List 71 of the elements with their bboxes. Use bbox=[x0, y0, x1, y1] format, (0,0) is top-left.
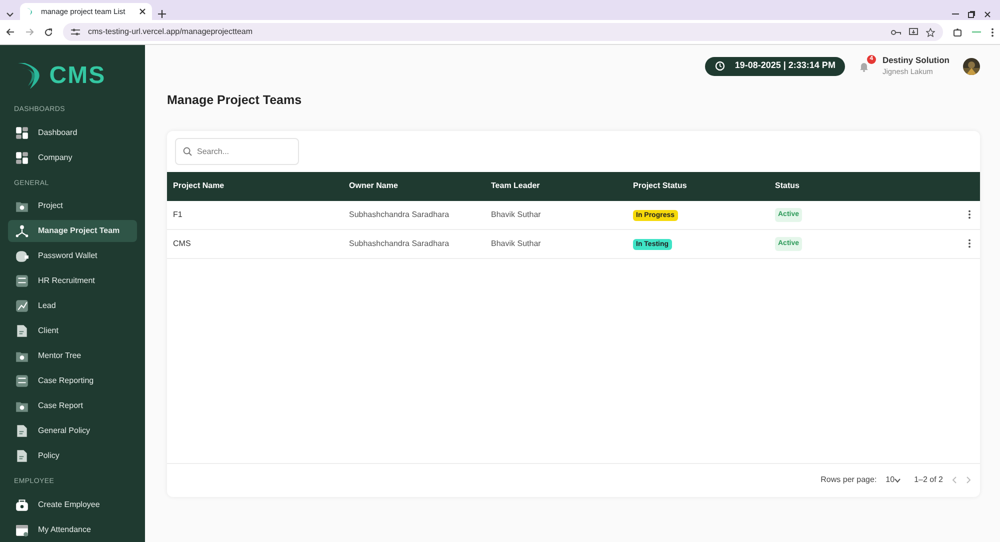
page-title: Manage Project Teams bbox=[167, 92, 303, 109]
star-icon[interactable] bbox=[926, 28, 935, 36]
caret-icon[interactable] bbox=[894, 478, 901, 483]
rows-per-page-label: Rows per page: bbox=[820, 474, 877, 486]
sidebar-item[interactable]: Case Reporting bbox=[8, 370, 137, 392]
address-bar[interactable]: cms-testing-url.vercel.app/manageprojectteam bbox=[63, 23, 943, 41]
grid-icon bbox=[15, 126, 29, 140]
sidebar-item[interactable]: Case Report bbox=[8, 395, 137, 417]
chart-icon bbox=[15, 299, 29, 313]
folder-icon bbox=[15, 399, 29, 413]
folder-icon bbox=[15, 199, 29, 213]
document-icon bbox=[15, 424, 29, 438]
page-range: 1–2 of 2 bbox=[914, 474, 943, 486]
sidebar-item[interactable]: Create Employee bbox=[8, 494, 137, 516]
table-cell: F1 bbox=[173, 210, 182, 219]
table-cell: Bhavik Suthar bbox=[491, 210, 541, 219]
list-icon bbox=[15, 374, 29, 388]
logo-text: CMS bbox=[49, 61, 106, 92]
column-header: Project Name bbox=[172, 180, 226, 192]
calendar-icon bbox=[15, 522, 29, 536]
back-icon[interactable] bbox=[6, 28, 15, 36]
chevron-down-icon[interactable] bbox=[6, 10, 14, 18]
more-icon[interactable] bbox=[968, 210, 971, 220]
people-icon bbox=[15, 224, 29, 238]
sidebar-item[interactable]: Client bbox=[8, 320, 137, 342]
sidebar-item[interactable]: Policy bbox=[8, 445, 137, 467]
sidebar-item[interactable]: My Attendance bbox=[8, 518, 137, 540]
sidebar-item[interactable]: Manage Project Team bbox=[8, 220, 137, 242]
menu-icon[interactable] bbox=[991, 28, 994, 36]
restore-icon[interactable] bbox=[968, 10, 975, 18]
document-icon bbox=[15, 324, 29, 338]
table-cell: Subhashchandra Saradhara bbox=[349, 238, 450, 248]
table-cell: Subhashchandra Saradhara bbox=[349, 210, 450, 219]
install-icon[interactable] bbox=[909, 28, 918, 36]
search-field[interactable]: Search... bbox=[175, 138, 299, 165]
sidebar-item[interactable]: Lead bbox=[8, 295, 137, 317]
rows-per-page-select[interactable]: 10 bbox=[886, 474, 895, 486]
close-icon[interactable] bbox=[984, 10, 991, 18]
close-icon[interactable] bbox=[139, 8, 146, 15]
grid-icon bbox=[15, 150, 29, 164]
table-cell: Bhavik Suthar bbox=[491, 238, 541, 248]
search-icon bbox=[183, 146, 192, 156]
sidebar-item[interactable]: HR Recruitment bbox=[8, 270, 137, 292]
briefcase-icon bbox=[15, 498, 29, 512]
reload-icon[interactable] bbox=[44, 28, 53, 36]
minimize-icon[interactable] bbox=[952, 13, 959, 16]
bell-icon[interactable] bbox=[858, 60, 869, 72]
column-header: Owner Name bbox=[349, 180, 399, 192]
company-name: Destiny Solution bbox=[882, 54, 950, 67]
more-icon[interactable] bbox=[968, 239, 971, 248]
column-header: Status bbox=[775, 180, 800, 192]
sidebar-item[interactable]: General Policy bbox=[8, 420, 137, 442]
sidebar-item[interactable]: Dashboard bbox=[8, 122, 137, 144]
sidebar-item[interactable]: Mentor Tree bbox=[8, 345, 137, 367]
clock-icon bbox=[714, 61, 725, 71]
datetime-badge: 19-08-2025 | 2:33:14 PM bbox=[704, 56, 846, 76]
key-icon[interactable] bbox=[891, 28, 901, 36]
sidebar-item[interactable]: Company bbox=[8, 146, 137, 168]
sidebar-item[interactable]: Project bbox=[8, 195, 137, 217]
list-icon bbox=[15, 274, 29, 288]
column-header: Team Leader bbox=[491, 180, 541, 192]
sliders-icon[interactable] bbox=[71, 28, 80, 36]
sidebar-item[interactable]: Password Wallet bbox=[8, 245, 137, 267]
folder-icon bbox=[15, 349, 29, 363]
document-icon bbox=[15, 449, 29, 463]
plus-icon[interactable] bbox=[158, 10, 166, 18]
wallet-icon bbox=[15, 249, 29, 263]
url-text: cms-testing-url.vercel.app/manageprojectteam bbox=[88, 26, 253, 38]
table-cell: CMS bbox=[173, 238, 191, 248]
column-header: Project Status bbox=[633, 180, 688, 192]
site-icon bbox=[26, 7, 35, 16]
